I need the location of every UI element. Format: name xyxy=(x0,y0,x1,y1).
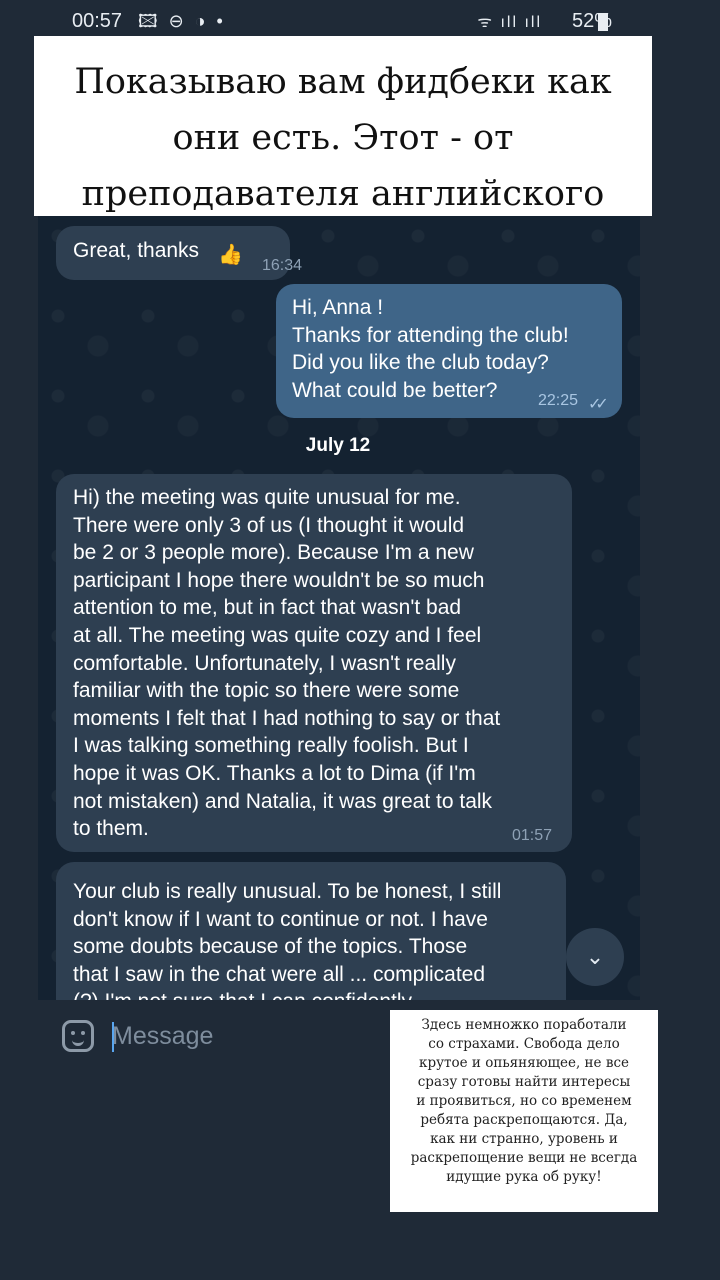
message-bubble-incoming[interactable]: Great, thanks 👍 16:34 xyxy=(56,226,302,280)
message-bubble-outgoing[interactable]: Hi, Anna ! Thanks for attending the club… xyxy=(276,284,622,418)
overlay-note-line: Здесь немножко поработали xyxy=(421,1017,627,1033)
overlay-note-line: и проявиться, но со временем xyxy=(416,1093,632,1109)
double-check-icon: ✓✓ xyxy=(588,396,609,413)
message-text: Hi, Anna ! Thanks for attending the club… xyxy=(292,296,569,402)
sticker-icon[interactable] xyxy=(62,1020,94,1052)
overlay-note: Здесь немножко поработали со страхами. С… xyxy=(390,1010,658,1212)
status-time: 00:57 xyxy=(72,10,123,32)
date-separator: July 12 xyxy=(305,435,371,456)
overlay-note-line: со страхами. Свобода дело xyxy=(428,1036,620,1052)
message-time: 01:57 xyxy=(512,827,553,844)
message-bubble-incoming[interactable]: Hi) the meeting was quite unusual for me… xyxy=(56,474,572,852)
message-time: 16:34 xyxy=(262,257,303,274)
overlay-note-line: ребята раскрепощаются. Да, xyxy=(420,1112,628,1128)
overlay-note-line: раскрепощение вещи не всегда xyxy=(410,1150,638,1166)
overlay-title-line: они есть. Этот - от xyxy=(172,118,514,158)
overlay-title: Показываю вам фидбеки как они есть. Этот… xyxy=(34,36,652,216)
message-text: Hi) the meeting was quite unusual for me… xyxy=(73,486,501,841)
notification-icons: 🖾 ⊖ ◑ • xyxy=(138,11,226,31)
scroll-down-button[interactable]: ⌄ xyxy=(566,928,624,986)
message-input[interactable]: Message xyxy=(112,1022,213,1051)
chat-area[interactable]: Great, thanks 👍 16:34 Hi, Anna ! Thanks … xyxy=(38,216,640,1000)
overlay-note-line: идущие рука об руку! xyxy=(446,1169,602,1185)
battery-icon xyxy=(598,13,608,31)
signal-icon: ᯤ ıll ıll xyxy=(477,14,542,31)
message-time: 22:25 xyxy=(538,392,579,409)
chevron-down-icon: ⌄ xyxy=(585,944,605,969)
overlay-title-line: преподавателя английского xyxy=(81,174,605,214)
overlay-note-line: сразу готовы найти интересы xyxy=(417,1074,631,1090)
message-text: Great, thanks xyxy=(73,239,200,262)
overlay-note-line: крутое и опьяняющее, не все xyxy=(419,1055,629,1071)
message-bubble-incoming[interactable]: Your club is really unusual. To be hones… xyxy=(56,862,566,1000)
message-text: Your club is really unusual. To be hones… xyxy=(73,880,502,1000)
overlay-title-line: Показываю вам фидбеки как xyxy=(74,62,612,102)
thumbs-up-icon[interactable]: 👍 xyxy=(218,242,243,270)
overlay-note-line: как ни странно, уровень и xyxy=(430,1131,618,1147)
